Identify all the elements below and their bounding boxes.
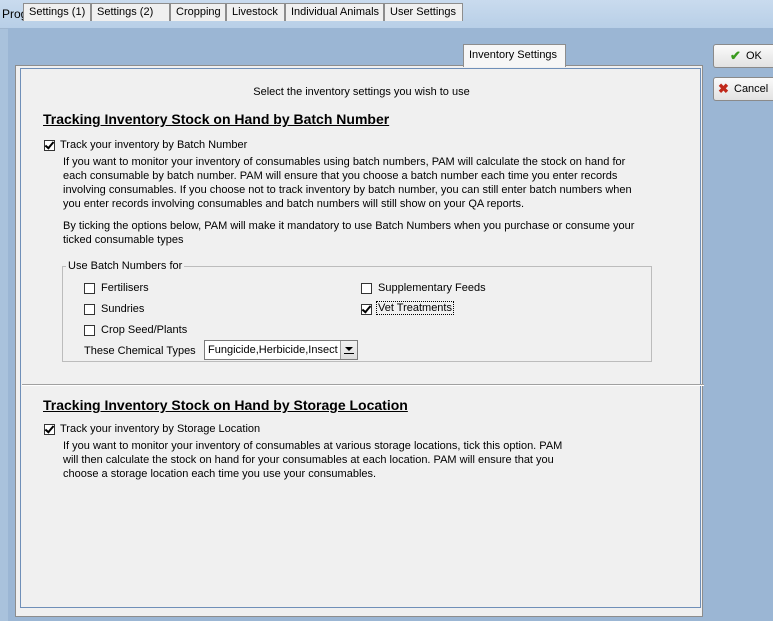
vet-treatments-label: Vet Treatments <box>376 301 454 315</box>
storage-description: If you want to monitor your inventory of… <box>63 439 562 481</box>
crop-seed-plants-checkbox[interactable] <box>84 325 95 336</box>
checkmark-icon: ✔ <box>730 48 741 63</box>
storage-description-line: choose a storage location each time you … <box>63 468 377 480</box>
tab-settings-1[interactable]: Settings (1) <box>23 3 91 21</box>
tab-settings-2[interactable]: Settings (2) <box>91 3 170 21</box>
batch-description-line: If you want to monitor your inventory of… <box>63 156 626 168</box>
batch-mandatory-note: By ticking the options below, PAM will m… <box>63 219 634 247</box>
tab-user-settings[interactable]: User Settings <box>384 3 463 21</box>
chevron-down-icon <box>345 347 353 351</box>
ok-label: OK <box>746 50 762 62</box>
track-storage-checkbox[interactable] <box>44 424 55 435</box>
track-batch-checkbox[interactable] <box>44 140 55 151</box>
chemical-types-label: These Chemical Types <box>84 345 196 357</box>
x-icon: ✖ <box>718 81 729 96</box>
chemical-types-select[interactable]: Fungicide,Herbicide,Insect <box>204 340 358 360</box>
storage-description-line: If you want to monitor your inventory of… <box>63 440 563 452</box>
fertilisers-label: Fertilisers <box>101 282 149 294</box>
mandatory-line: By ticking the options below, PAM will m… <box>63 220 635 232</box>
batch-options-group-title: Use Batch Numbers for <box>66 260 185 272</box>
tab-cropping[interactable]: Cropping <box>170 3 226 21</box>
chemical-types-value: Fungicide,Herbicide,Insect <box>208 344 338 356</box>
cancel-label: Cancel <box>734 83 769 95</box>
supplementary-feeds-checkbox[interactable] <box>361 283 372 294</box>
storage-heading: Tracking Inventory Stock on Hand by Stor… <box>43 397 408 413</box>
section-divider <box>22 384 704 386</box>
ok-button[interactable]: ✔ OK <box>713 44 773 68</box>
supplementary-feeds-label: Supplementary Feeds <box>378 282 486 294</box>
track-storage-label: Track your inventory by Storage Location <box>60 423 261 435</box>
dropdown-underline <box>344 353 354 354</box>
track-batch-label: Track your inventory by Batch Number <box>60 139 248 151</box>
sundries-checkbox[interactable] <box>84 304 95 315</box>
vet-treatments-checkbox[interactable] <box>361 304 372 315</box>
sundries-label: Sundries <box>101 303 145 315</box>
mandatory-line: ticked consumable types <box>63 234 184 246</box>
batch-description: If you want to monitor your inventory of… <box>63 155 632 211</box>
dropdown-button[interactable] <box>340 341 357 359</box>
vet-treatments-focus: Vet Treatments <box>376 301 454 315</box>
storage-description-line: will then calculate the stock on hand fo… <box>63 454 554 466</box>
crop-seed-plants-label: Crop Seed/Plants <box>101 324 188 336</box>
inventory-settings-panel: Select the inventory settings you wish t… <box>20 68 701 608</box>
batch-heading: Tracking Inventory Stock on Hand by Batc… <box>43 111 390 127</box>
tab-inventory-settings[interactable]: Inventory Settings <box>463 44 566 67</box>
batch-description-line: each consumable by batch number. PAM wil… <box>63 170 618 182</box>
tab-livestock[interactable]: Livestock <box>226 3 285 21</box>
batch-description-line: you enter records involving consumables … <box>63 198 525 210</box>
batch-description-line: involving consumables. If you choose not… <box>63 184 632 196</box>
cancel-button[interactable]: ✖ Cancel <box>713 77 773 101</box>
fertilisers-checkbox[interactable] <box>84 283 95 294</box>
panel-subtitle: Select the inventory settings you wish t… <box>253 86 470 98</box>
tab-individual-animals[interactable]: Individual Animals <box>285 3 384 21</box>
